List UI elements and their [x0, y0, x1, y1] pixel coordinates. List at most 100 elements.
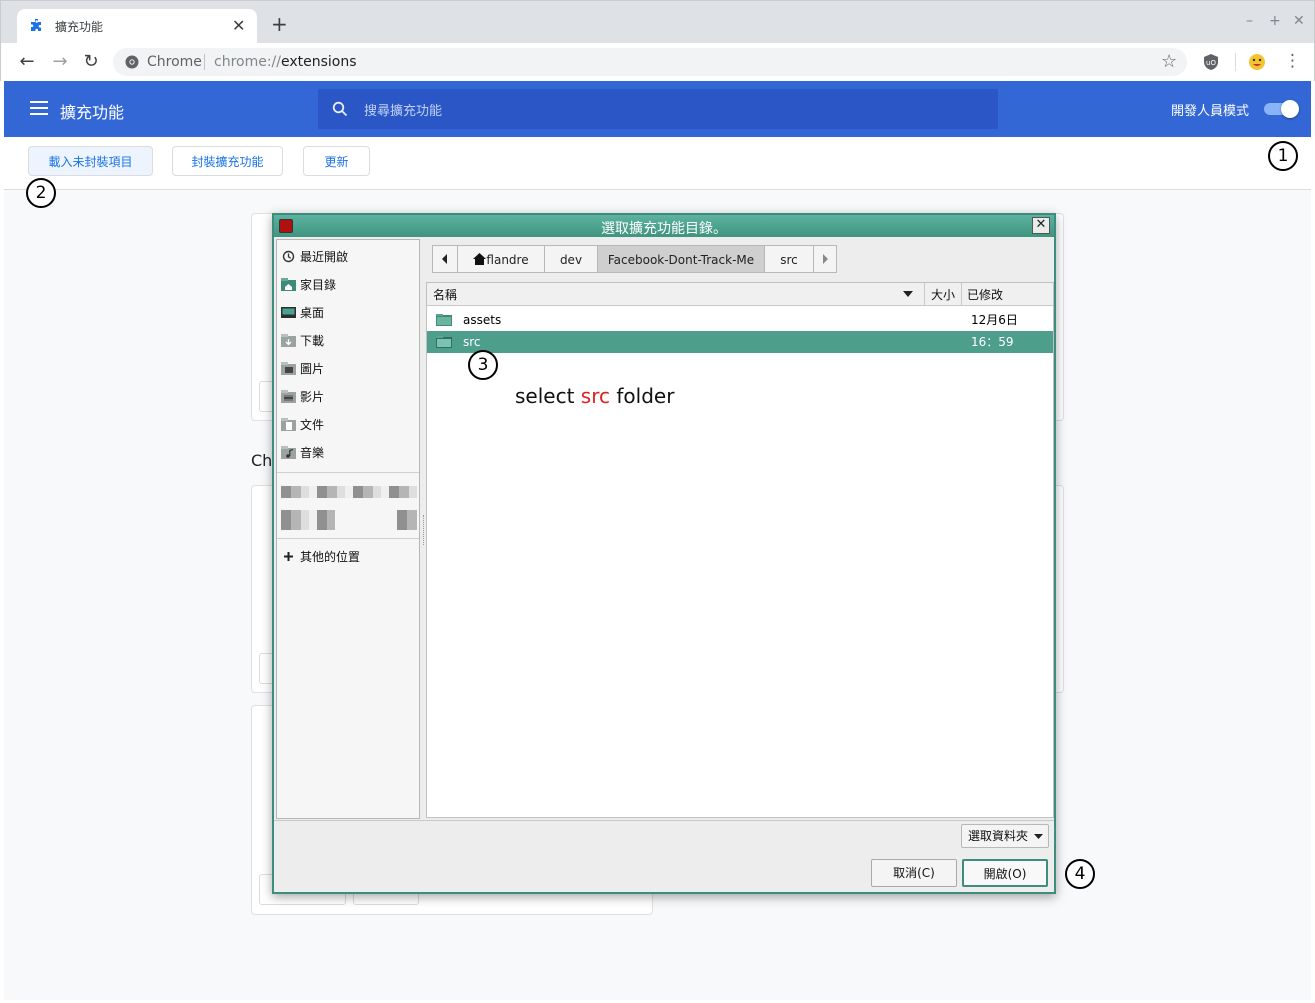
column-header: 名稱 大小 已修改 [427, 283, 1053, 306]
place-label: 音樂 [300, 446, 325, 460]
omnibox-scheme-label: Chrome [147, 54, 202, 70]
pictures-folder-icon [281, 362, 296, 375]
browser-toolbar: ← → ↻ Chrome chrome://extensions ☆ uO ⋮ [0, 43, 1315, 81]
file-row[interactable]: assets 12月6日 [427, 309, 1053, 331]
chevron-right-icon [823, 254, 828, 264]
tab-extensions[interactable]: 擴充功能 ✕ [17, 9, 257, 44]
omnibox-url: chrome://extensions [214, 54, 357, 70]
path-bar: flandre dev Facebook-Dont-Track-Me src [432, 245, 838, 275]
music-folder-icon [281, 446, 296, 459]
address-bar[interactable]: Chrome chrome://extensions ☆ [113, 48, 1187, 76]
svg-text:uO: uO [1206, 59, 1216, 67]
dropdown-arrow-icon [1034, 834, 1043, 839]
recent-icon [282, 250, 295, 263]
column-divider [961, 283, 962, 305]
folder-icon [436, 314, 452, 326]
close-window-button[interactable]: ✕ [1293, 13, 1305, 29]
toggle-knob[interactable] [1281, 100, 1299, 118]
shield-extension-icon[interactable]: uO [1202, 53, 1220, 71]
section-heading: Ch [251, 451, 273, 470]
pack-extension-button[interactable]: 封裝擴充功能 [172, 146, 283, 176]
tab-strip: 擴充功能 ✕ + – + ✕ [0, 0, 1315, 44]
dialog-close-button[interactable]: ✕ [1032, 217, 1050, 234]
reload-button[interactable]: ↻ [80, 51, 102, 73]
sort-descending-icon[interactable] [903, 291, 913, 297]
column-modified[interactable]: 已修改 [967, 286, 1003, 303]
home-folder-icon [281, 278, 296, 291]
bookmark-star-icon[interactable]: ☆ [1161, 51, 1177, 72]
file-list: 名稱 大小 已修改 assets 12月6日 src 16：59 [426, 282, 1054, 818]
place-label: 桌面 [300, 306, 325, 320]
cancel-button[interactable]: 取消(C) [871, 859, 957, 887]
place-label: 圖片 [300, 362, 325, 376]
update-button[interactable]: 更新 [303, 146, 370, 176]
note-highlight: src [580, 384, 610, 408]
column-name[interactable]: 名稱 [433, 286, 457, 303]
file-name: assets [463, 313, 502, 327]
column-divider [924, 283, 925, 305]
step-marker-4: 4 [1065, 859, 1095, 889]
developer-action-bar: 載入未封裝項目 封裝擴充功能 更新 [4, 137, 1311, 190]
developer-mode-label: 開發人員模式 [1171, 104, 1250, 119]
tab-title: 擴充功能 [55, 20, 104, 34]
open-button[interactable]: 開啟(O) [962, 859, 1048, 887]
file-modified: 16：59 [971, 335, 1014, 349]
documents-folder-icon [281, 418, 296, 431]
desktop-icon [281, 307, 296, 318]
column-size[interactable]: 大小 [931, 286, 955, 303]
dialog-titlebar: 選取擴充功能目錄。 ✕ [274, 215, 1054, 237]
path-scroll-left-button[interactable] [432, 245, 458, 273]
place-label: 最近開啟 [300, 250, 349, 264]
url-path: extensions [281, 54, 357, 70]
emoji-extension-icon[interactable] [1248, 53, 1266, 71]
blurred-bookmark[interactable] [281, 510, 335, 530]
step-marker-3: 3 [468, 350, 498, 380]
file-modified: 12月6日 [971, 313, 1018, 327]
search-icon [332, 101, 348, 117]
page-title: 擴充功能 [60, 103, 125, 122]
url-prefix: chrome:// [214, 54, 281, 70]
blurred-bookmark[interactable] [281, 486, 417, 498]
search-box[interactable]: 搜尋擴充功能 [318, 89, 998, 129]
app-icon [279, 219, 293, 233]
new-tab-button[interactable]: + [271, 14, 288, 34]
place-label: 文件 [300, 418, 325, 432]
place-label: 影片 [300, 390, 325, 404]
path-segment-home[interactable]: flandre [457, 245, 545, 273]
maximize-button[interactable]: + [1269, 13, 1281, 29]
dialog-title: 選取擴充功能目錄。 [601, 221, 727, 237]
select-folder-dialog: 選取擴充功能目錄。 ✕ 最近開啟 家目錄 桌面 下載 圖片 影片 文件 音樂 其… [272, 213, 1056, 894]
note-text: select [515, 384, 575, 408]
hamburger-menu-icon[interactable] [30, 101, 48, 115]
toolbar-divider [1235, 53, 1236, 71]
videos-folder-icon [281, 390, 296, 403]
place-label: 下載 [300, 334, 325, 348]
back-button[interactable]: ← [16, 51, 38, 73]
home-icon [473, 253, 487, 265]
load-unpacked-button[interactable]: 載入未封裝項目 [28, 146, 153, 176]
minimize-button[interactable]: – [1246, 13, 1253, 29]
path-segment[interactable]: dev [544, 245, 598, 273]
path-segment[interactable]: src [764, 245, 814, 273]
plus-icon [284, 552, 293, 561]
step-marker-2: 2 [26, 178, 56, 208]
extensions-header: 擴充功能 搜尋擴充功能 開發人員模式 [4, 81, 1311, 137]
puzzle-icon [31, 19, 41, 31]
file-row-selected[interactable]: src 16：59 [427, 331, 1053, 353]
sidebar-divider [277, 472, 419, 473]
filter-type-select[interactable]: 選取資料夾 [961, 824, 1049, 848]
place-label: 家目錄 [300, 278, 337, 292]
place-label: 其他的位置 [300, 550, 361, 564]
forward-button[interactable]: → [49, 51, 71, 73]
dialog-divider [274, 820, 1054, 821]
path-segment-current[interactable]: Facebook-Dont-Track-Me [597, 245, 765, 273]
omnibox-divider [204, 54, 205, 70]
tab-close-icon[interactable]: ✕ [232, 16, 245, 35]
search-input[interactable]: 搜尋擴充功能 [364, 100, 442, 119]
step-marker-1: 1 [1268, 141, 1298, 171]
sidebar-divider [277, 538, 419, 539]
blurred-bookmark-icon [397, 510, 417, 530]
downloads-folder-icon [281, 334, 296, 347]
path-scroll-right-button[interactable] [813, 245, 837, 273]
chrome-menu-icon[interactable]: ⋮ [1284, 51, 1301, 71]
